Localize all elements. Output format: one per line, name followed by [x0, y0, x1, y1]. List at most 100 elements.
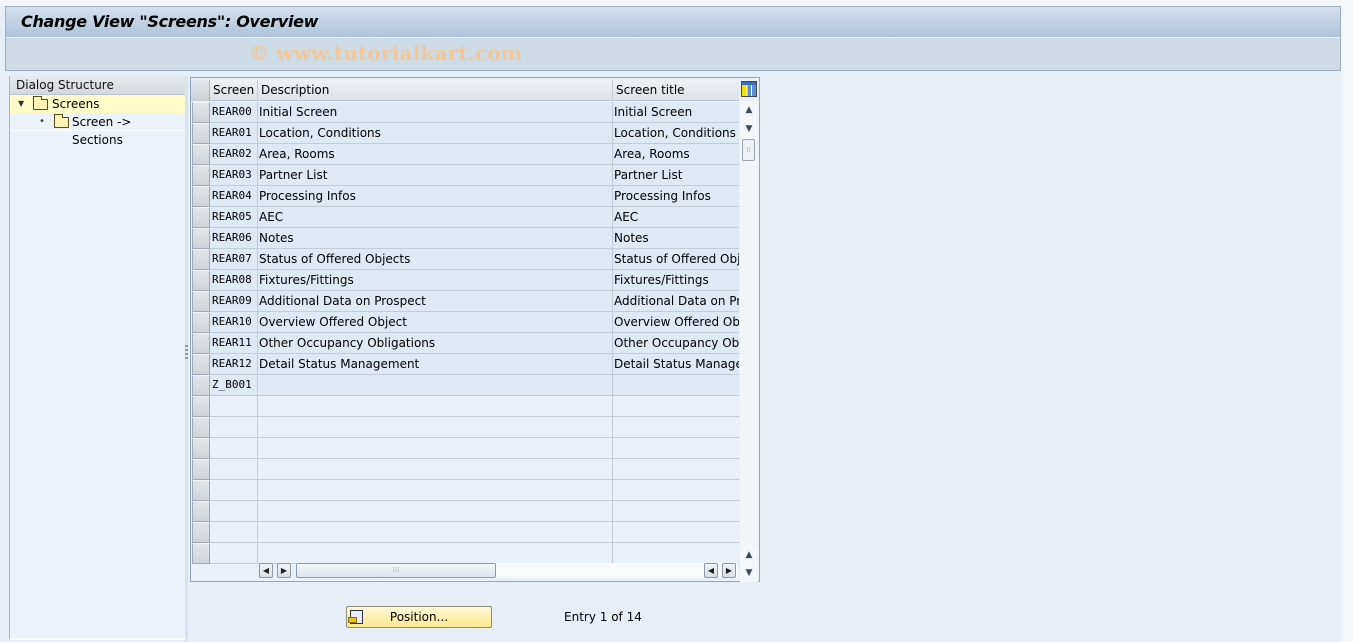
expand-triangle-icon[interactable]: ▼ [18, 95, 24, 113]
cell-screen[interactable]: REAR03 [210, 165, 258, 186]
scroll-down-button-bottom[interactable]: ▼ [740, 564, 758, 582]
scroll-right-button-right[interactable]: ▶ [722, 563, 736, 578]
table-row[interactable]: Z_B001 [191, 375, 739, 396]
cell-screen-title[interactable] [613, 522, 739, 543]
cell-screen[interactable]: REAR12 [210, 354, 258, 375]
horizontal-scrollbar[interactable]: ⁞⁞⁞ [296, 563, 738, 578]
scroll-left-button[interactable]: ◀ [259, 563, 273, 578]
tree-item-screen-sections[interactable]: • Screen -> Sections [10, 113, 185, 147]
tree-item-screens[interactable]: ▼ Screens [10, 95, 185, 113]
cell-screen-title[interactable]: Overview Offered Object [613, 312, 739, 333]
vertical-scrollbar[interactable]: ▲ ▼ ⁞⁞ ▲ ▼ [740, 101, 758, 582]
column-header-description[interactable]: Description [258, 80, 613, 101]
table-row[interactable]: REAR11 Other Occupancy Obligations Other O… [191, 333, 739, 354]
cell-description[interactable] [258, 417, 613, 438]
row-selector-button[interactable] [192, 144, 210, 165]
table-row[interactable]: REAR06 Notes Notes [191, 228, 739, 249]
cell-description[interactable]: Initial Screen [258, 102, 613, 123]
cell-screen-title[interactable]: Fixtures/Fittings [613, 270, 739, 291]
cell-screen-title[interactable]: Location, Conditions [613, 123, 739, 144]
cell-screen-title[interactable]: Additional Data on Prospect [613, 291, 739, 312]
cell-screen-title[interactable]: Status of Offered Objects [613, 249, 739, 270]
row-selector-button[interactable] [192, 522, 210, 543]
cell-description[interactable] [258, 501, 613, 522]
cell-description[interactable]: Processing Infos [258, 186, 613, 207]
cell-description[interactable]: Area, Rooms [258, 144, 613, 165]
cell-screen-title[interactable]: Initial Screen [613, 102, 739, 123]
cell-description[interactable]: Partner List [258, 165, 613, 186]
cell-screen[interactable] [210, 438, 258, 459]
row-selector-button[interactable] [192, 102, 210, 123]
row-selector-button[interactable] [192, 417, 210, 438]
row-selector-button[interactable] [192, 186, 210, 207]
cell-screen-title[interactable]: Other Occupancy Obligations [613, 333, 739, 354]
cell-description[interactable] [258, 459, 613, 480]
cell-screen[interactable]: REAR11 [210, 333, 258, 354]
table-row[interactable] [191, 543, 739, 564]
cell-screen-title[interactable] [613, 438, 739, 459]
cell-screen[interactable] [210, 396, 258, 417]
table-row[interactable]: REAR02 Area, Rooms Area, Rooms [191, 144, 739, 165]
cell-screen-title[interactable]: AEC [613, 207, 739, 228]
cell-screen[interactable] [210, 480, 258, 501]
table-row[interactable] [191, 459, 739, 480]
cell-description[interactable] [258, 480, 613, 501]
table-row[interactable]: REAR12 Detail Status Management Detail Sta… [191, 354, 739, 375]
cell-screen[interactable]: REAR06 [210, 228, 258, 249]
row-selector-button[interactable] [192, 270, 210, 291]
table-row[interactable]: REAR08 Fixtures/Fittings Fixtures/Fittings [191, 270, 739, 291]
cell-screen[interactable] [210, 417, 258, 438]
cell-screen-title[interactable] [613, 375, 739, 396]
table-row[interactable]: REAR01 Location, Conditions Location, Cond… [191, 123, 739, 144]
cell-screen-title[interactable] [613, 480, 739, 501]
scroll-up-button-bottom[interactable]: ▲ [740, 546, 758, 564]
cell-description[interactable]: AEC [258, 207, 613, 228]
row-selector-button[interactable] [192, 480, 210, 501]
cell-screen[interactable]: REAR00 [210, 102, 258, 123]
select-all-button[interactable] [191, 80, 210, 101]
column-header-screen-title[interactable]: Screen title [613, 80, 739, 101]
row-selector-button[interactable] [192, 249, 210, 270]
cell-screen-title[interactable]: Detail Status Management [613, 354, 739, 375]
cell-screen-title[interactable]: Area, Rooms [613, 144, 739, 165]
row-selector-button[interactable] [192, 228, 210, 249]
cell-screen[interactable]: REAR01 [210, 123, 258, 144]
splitter-grip-icon[interactable] [185, 345, 188, 361]
table-row[interactable] [191, 438, 739, 459]
cell-screen[interactable]: REAR09 [210, 291, 258, 312]
table-row[interactable] [191, 417, 739, 438]
table-row[interactable]: REAR10 Overview Offered Object Overview Of… [191, 312, 739, 333]
row-selector-button[interactable] [192, 501, 210, 522]
row-selector-button[interactable] [192, 165, 210, 186]
table-row[interactable]: REAR04 Processing Infos Processing Infos [191, 186, 739, 207]
table-row[interactable]: REAR00 Initial Screen Initial Screen [191, 102, 739, 123]
cell-screen-title[interactable]: Notes [613, 228, 739, 249]
table-row[interactable] [191, 522, 739, 543]
cell-screen[interactable] [210, 522, 258, 543]
cell-screen[interactable]: REAR05 [210, 207, 258, 228]
scroll-down-button[interactable]: ▼ [740, 120, 758, 138]
cell-screen-title[interactable] [613, 459, 739, 480]
cell-screen[interactable]: REAR02 [210, 144, 258, 165]
position-button[interactable]: Position... [346, 606, 492, 628]
column-header-screen[interactable]: Screen [210, 80, 258, 101]
cell-screen-title[interactable] [613, 501, 739, 522]
cell-description[interactable]: Overview Offered Object [258, 312, 613, 333]
scroll-left-button-right[interactable]: ◀ [704, 563, 718, 578]
cell-screen-title[interactable] [613, 396, 739, 417]
cell-screen-title[interactable] [613, 543, 739, 564]
table-row[interactable]: REAR05 AEC AEC [191, 207, 739, 228]
row-selector-button[interactable] [192, 291, 210, 312]
table-row[interactable] [191, 480, 739, 501]
cell-screen[interactable]: REAR08 [210, 270, 258, 291]
scroll-up-button[interactable]: ▲ [740, 101, 758, 119]
cell-screen[interactable] [210, 543, 258, 564]
horizontal-scroll-thumb[interactable]: ⁞⁞⁞ [296, 563, 496, 578]
cell-description[interactable] [258, 396, 613, 417]
cell-description[interactable] [258, 543, 613, 564]
row-selector-button[interactable] [192, 459, 210, 480]
scroll-thumb[interactable]: ⁞⁞ [742, 139, 755, 161]
table-settings-icon[interactable] [741, 81, 757, 97]
row-selector-button[interactable] [192, 354, 210, 375]
cell-description[interactable] [258, 438, 613, 459]
